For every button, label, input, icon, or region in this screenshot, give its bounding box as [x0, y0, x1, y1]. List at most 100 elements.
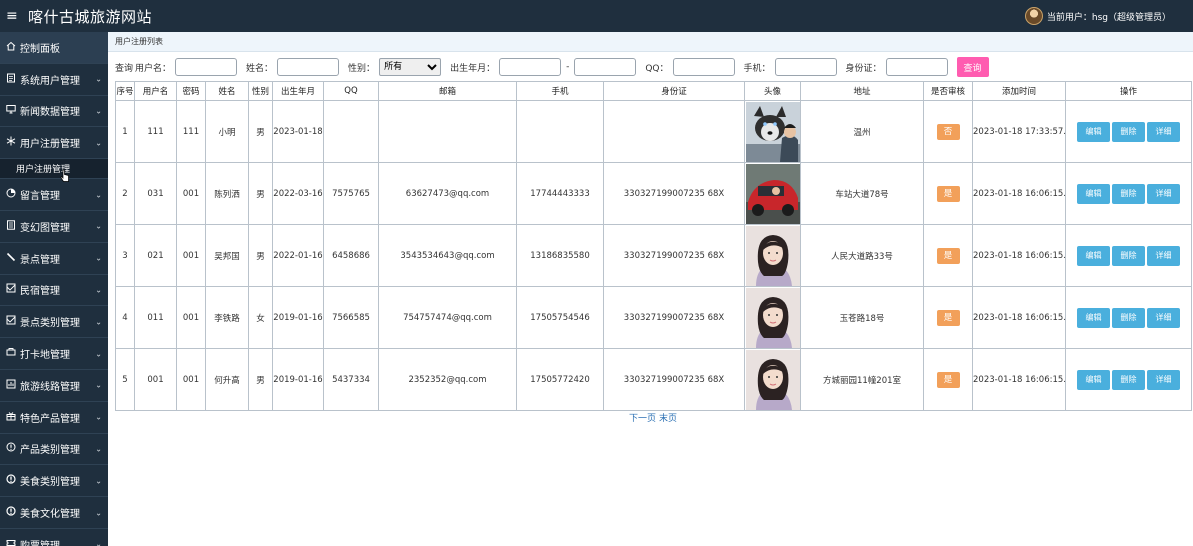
- sidebar-item-label: 产品类别管理: [20, 445, 80, 457]
- cell-name: 小明: [205, 100, 249, 163]
- audit-badge[interactable]: 是: [936, 371, 960, 388]
- cell-name: 何升高: [205, 348, 249, 411]
- sidebar-nav-list: 系统用户管理 ⌄ 新闻数据管理 ⌄ 用户注册管理 ⌄ 用户注册管理 留言管理 ⌄ 变幻图管理 ⌄ 景点…: [0, 64, 108, 546]
- cell-no: 1: [115, 100, 135, 163]
- ticket-icon: [4, 538, 18, 546]
- sidebar-item-8[interactable]: 景点类别管理 ⌄: [0, 306, 108, 339]
- cell-birth: 2023-01-18: [272, 100, 324, 163]
- chevron-down-icon: ⌄: [95, 412, 102, 422]
- sidebar-item-5[interactable]: 变幻图管理 ⌄: [0, 211, 108, 243]
- sidebar-item-label: 景点管理: [20, 254, 60, 266]
- sidebar-item-7[interactable]: 民宿管理 ⌄: [0, 275, 108, 307]
- delete-button[interactable]: 删除: [1112, 307, 1145, 328]
- hamburger-icon[interactable]: ≡: [6, 9, 28, 23]
- brush-icon: [4, 252, 18, 265]
- cell-phone: 17505772420: [516, 348, 604, 411]
- cell-idcard: [603, 100, 745, 163]
- cell-birth: 2019-01-16: [272, 348, 324, 411]
- user-avatar[interactable]: [1024, 7, 1043, 25]
- monitor-icon: [4, 104, 18, 117]
- edit-button[interactable]: 编辑: [1077, 307, 1110, 328]
- sidebar-item-label: 旅游线路管理: [20, 381, 80, 393]
- sidebar-item-6[interactable]: 景点管理 ⌄: [0, 243, 108, 275]
- cell-gender: 男: [248, 162, 273, 225]
- sidebar-item-9[interactable]: 打卡地管理 ⌄: [0, 338, 108, 370]
- birth-label: 出生年月：: [450, 63, 496, 74]
- sidebar-item-dashboard[interactable]: 控制面板: [0, 32, 108, 64]
- chevron-down-icon: ⌄: [95, 349, 102, 359]
- column-header: 头像: [744, 81, 801, 101]
- detail-button[interactable]: 详细: [1147, 183, 1180, 204]
- cell-address: 车站大道78号: [800, 162, 924, 225]
- chevron-down-icon: ⌄: [95, 106, 102, 116]
- cell-phone: [516, 100, 604, 163]
- sidebar-item-3[interactable]: 用户注册管理 ⌄: [0, 127, 108, 160]
- cell-qq: 5437334: [323, 348, 379, 411]
- cell-username: 021: [134, 224, 177, 287]
- column-header: 性别: [248, 81, 273, 101]
- query-button[interactable]: 查询: [956, 57, 989, 77]
- cell-password: 001: [176, 162, 206, 225]
- name-input[interactable]: [277, 58, 340, 76]
- cell-qq: 7566585: [323, 286, 379, 349]
- sidebar-item-11[interactable]: 特色产品管理 ⌄: [0, 402, 108, 434]
- cell-password: 111: [176, 100, 206, 163]
- sidebar-item-2[interactable]: 新闻数据管理 ⌄: [0, 96, 108, 128]
- audit-badge[interactable]: 是: [936, 309, 960, 326]
- qq-input[interactable]: [672, 58, 735, 76]
- sidebar-item-1[interactable]: 系统用户管理 ⌄: [0, 64, 108, 96]
- table-row: 4 011 001 李铁路女 2019-01-16 7566585 754757474@qq…: [115, 286, 1192, 349]
- birth-start-input[interactable]: [499, 58, 562, 76]
- audit-badge[interactable]: 否: [936, 123, 960, 140]
- edit-button[interactable]: 编辑: [1077, 121, 1110, 142]
- table-row: 1 111 111 小明男 2023-01-18 温州否 2023-01-18 17:33:…: [115, 100, 1192, 163]
- cell-qq: 7575765: [323, 162, 379, 225]
- girl-photo: [745, 225, 800, 286]
- edit-button[interactable]: 编辑: [1077, 369, 1110, 390]
- detail-button[interactable]: 详细: [1147, 307, 1180, 328]
- cell-address: 温州: [800, 100, 924, 163]
- detail-button[interactable]: 详细: [1147, 121, 1180, 142]
- sidebar-item-12[interactable]: 产品类别管理 ⌄: [0, 434, 108, 466]
- username-input[interactable]: [175, 58, 238, 76]
- sidebar-item-label: 打卡地管理: [20, 350, 70, 362]
- cell-idcard: 330327199007235 68X: [603, 348, 745, 411]
- chevron-down-icon: ⌄: [95, 74, 102, 84]
- cell-birth: 2022-01-16: [272, 224, 324, 287]
- range-separator: -: [566, 62, 570, 72]
- phone-input[interactable]: [774, 58, 837, 76]
- sidebar-item-label: 系统用户管理: [20, 75, 80, 87]
- edit-button[interactable]: 编辑: [1077, 245, 1110, 266]
- sidebar-subitem-user-register[interactable]: 用户注册管理: [0, 159, 108, 183]
- sidebar-item-4[interactable]: 留言管理 ⌄: [0, 179, 108, 211]
- audit-badge[interactable]: 是: [936, 185, 960, 202]
- qq-label: QQ：: [645, 63, 669, 74]
- next-page-link[interactable]: 下一页: [629, 414, 656, 424]
- birth-end-input[interactable]: [574, 58, 637, 76]
- delete-button[interactable]: 删除: [1112, 369, 1145, 390]
- sidebar-item-10[interactable]: 旅游线路管理 ⌄: [0, 370, 108, 402]
- sidebar-item-13[interactable]: 美食类别管理 ⌄: [0, 465, 108, 498]
- idcard-input[interactable]: [885, 58, 948, 76]
- sidebar-item-label: 景点类别管理: [20, 318, 80, 330]
- sidebar-item-14[interactable]: 美食文化管理 ⌄: [0, 497, 108, 529]
- cell-password: 001: [176, 348, 206, 411]
- sidebar-item-15[interactable]: 购票管理 ⌄: [0, 529, 108, 546]
- delete-button[interactable]: 删除: [1112, 121, 1145, 142]
- cell-username: 031: [134, 162, 177, 225]
- cell-qq: [323, 100, 379, 163]
- sidebar: 控制面板 系统用户管理 ⌄ 新闻数据管理 ⌄ 用户注册管理 ⌄ 用户注册管理 留言管理 ⌄ 变幻图…: [0, 32, 108, 546]
- cell-no: 2: [115, 162, 135, 225]
- edit-button[interactable]: 编辑: [1077, 183, 1110, 204]
- gender-select[interactable]: 所有: [379, 58, 442, 76]
- cell-username: 011: [134, 286, 177, 349]
- detail-button[interactable]: 详细: [1147, 245, 1180, 266]
- girl-photo: [745, 287, 800, 348]
- last-page-link[interactable]: 末页: [659, 414, 677, 424]
- detail-button[interactable]: 详细: [1147, 369, 1180, 390]
- home-icon: [4, 41, 18, 54]
- audit-badge[interactable]: 是: [936, 247, 960, 264]
- cell-password: 001: [176, 224, 206, 287]
- delete-button[interactable]: 删除: [1112, 245, 1145, 266]
- delete-button[interactable]: 删除: [1112, 183, 1145, 204]
